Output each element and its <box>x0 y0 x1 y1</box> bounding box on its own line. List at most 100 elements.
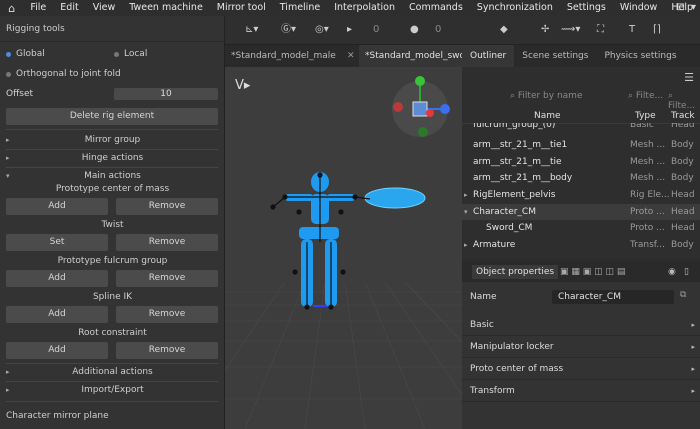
spiral-icon[interactable]: ◎▾ <box>315 22 329 38</box>
table-row[interactable]: arm__str_21_m__tie Mesh ... Body <box>462 154 700 170</box>
delete-rig-element-button[interactable]: Delete rig element <box>6 108 218 125</box>
root-constraint-label: Root constraint <box>78 328 147 338</box>
col-track[interactable]: Track <box>671 108 695 124</box>
copy-icon[interactable]: ⧉ <box>680 290 686 300</box>
chevron-right-icon[interactable]: ▸ <box>464 237 468 253</box>
v-logo-icon[interactable]: V▸ <box>235 78 251 93</box>
radio-orthogonal[interactable]: Orthogonal to joint fold <box>0 64 121 84</box>
tab-model-sword[interactable]: *Standard_model_swo <box>359 45 462 67</box>
panel-title: Rigging tools <box>0 16 224 42</box>
curve-icon[interactable]: ⟿▾ <box>561 22 580 38</box>
section-additional-actions-label: Additional actions <box>72 367 153 377</box>
set-twist-button[interactable]: Set <box>6 234 108 251</box>
section-proto-com[interactable]: Proto center of mass ▸ <box>462 358 700 380</box>
radio-global[interactable]: Global <box>0 44 45 64</box>
move-icon[interactable]: ✢ <box>541 22 549 38</box>
snap-icon[interactable]: Ⓖ▾ <box>281 22 296 38</box>
close-icon[interactable]: ✕ <box>345 45 359 67</box>
lock-icon[interactable]: ▯ <box>684 262 689 282</box>
table-row[interactable]: ▸ RigElement_pelvis Rig Ele... Head <box>462 187 700 203</box>
menu-settings[interactable]: Settings <box>560 0 613 16</box>
remove-spline-ik-button[interactable]: Remove <box>116 306 218 323</box>
twist-label: Twist <box>101 220 124 230</box>
menu-icon[interactable]: ☰ <box>684 71 694 84</box>
table-row[interactable]: ▸ Armature Transf... Body <box>462 237 700 253</box>
col-type[interactable]: Type <box>635 108 656 124</box>
row-track: Body <box>671 157 694 167</box>
name-field[interactable]: Character_CM <box>552 290 674 304</box>
3d-viewport[interactable]: V▸ <box>225 67 462 429</box>
menu-file[interactable]: File <box>23 0 53 16</box>
menu-interpolation[interactable]: Interpolation <box>327 0 402 16</box>
row-name: fulcrum_group_(0) <box>473 123 556 130</box>
menu-view[interactable]: View <box>86 0 123 16</box>
section-import-export-label: Import/Export <box>81 385 144 395</box>
offset-field[interactable]: 10 <box>114 88 218 100</box>
tab-physics-settings[interactable]: Physics settings <box>596 45 684 67</box>
add-root-constraint-button[interactable]: Add <box>6 342 108 359</box>
chevron-down-icon[interactable]: ▾ <box>691 0 696 16</box>
tab-model-male[interactable]: *Standard_model_male <box>225 45 345 67</box>
filter-icons[interactable]: ▣ ▦ ▣ ◫ ◫ ▤ <box>560 262 625 282</box>
section-manipulator-locker[interactable]: Manipulator locker ▸ <box>462 336 700 358</box>
layout-icon[interactable]: ⊟ <box>677 0 685 16</box>
props-title[interactable]: Object properties <box>472 265 559 279</box>
table-row[interactable]: arm__str_21_m__body Mesh ... Body <box>462 170 700 186</box>
value-field-1[interactable]: 0 <box>373 22 379 38</box>
home-icon[interactable]: ⌂ <box>0 2 23 15</box>
add-proto-com-button[interactable]: Add <box>6 198 108 215</box>
menu-window[interactable]: Window <box>613 0 664 16</box>
brush-icon[interactable]: ◆ <box>500 22 508 38</box>
section-basic[interactable]: Basic ▸ <box>462 314 700 336</box>
row-track: Head <box>671 207 695 217</box>
chevron-right-icon: ▸ <box>691 365 695 373</box>
section-manipulator-locker-label: Manipulator locker <box>470 342 554 352</box>
outliner-tabs: Outliner Scene settings Physics settings <box>462 45 700 67</box>
play-icon[interactable]: ▸ <box>347 22 352 38</box>
section-additional-actions[interactable]: ▸ Additional actions <box>0 363 225 381</box>
remove-proto-fulcrum-button[interactable]: Remove <box>116 270 218 287</box>
remove-twist-button[interactable]: Remove <box>116 234 218 251</box>
chevron-down-icon[interactable]: ▾ <box>464 204 468 220</box>
table-row[interactable]: Sword_CM Proto ... Head <box>462 220 700 236</box>
add-spline-ik-button[interactable]: Add <box>6 306 108 323</box>
remove-proto-com-button[interactable]: Remove <box>116 198 218 215</box>
chevron-right-icon: ▸ <box>691 321 695 329</box>
table-row[interactable]: fulcrum_group_(0) Basic Head <box>462 123 700 133</box>
eye-icon[interactable]: ◉ <box>668 262 676 282</box>
tab-scene-settings[interactable]: Scene settings <box>514 45 596 67</box>
axis-icon[interactable]: ⊾▾ <box>245 22 258 38</box>
menu-tween-machine[interactable]: Tween machine <box>122 0 210 16</box>
add-proto-fulcrum-button[interactable]: Add <box>6 270 108 287</box>
tab-outliner[interactable]: Outliner <box>462 45 515 67</box>
proto-com-label: Prototype center of mass <box>55 184 170 194</box>
radio-dot-icon <box>6 71 11 77</box>
menu-mirror-tool[interactable]: Mirror tool <box>210 0 273 16</box>
document-tabs: *Standard_model_male ✕ *Standard_model_s… <box>225 45 462 67</box>
outliner-panel: Outliner Scene settings Physics settings… <box>462 45 700 259</box>
chevron-right-icon[interactable]: ▸ <box>464 187 468 203</box>
bracket-icon[interactable]: ⌈⌉ <box>653 22 661 38</box>
filter-name-field[interactable]: ⌕ Filter by name <box>510 91 582 101</box>
menu-edit[interactable]: Edit <box>53 0 85 16</box>
radio-global-label: Global <box>16 49 45 59</box>
value-field-2[interactable]: 0 <box>435 22 441 38</box>
menu-timeline[interactable]: Timeline <box>273 0 327 16</box>
table-row-selected[interactable]: ▾ Character_CM Proto ... Head <box>462 204 700 220</box>
section-transform-label: Transform <box>470 386 515 396</box>
menu-synchronization[interactable]: Synchronization <box>470 0 560 16</box>
key-dot-icon[interactable]: ● <box>410 22 419 38</box>
radio-orthogonal-label: Orthogonal to joint fold <box>16 69 121 79</box>
radio-local[interactable]: Local <box>108 44 147 64</box>
filter-type-field[interactable]: ⌕ Filte... <box>628 91 663 101</box>
table-row[interactable]: arm__str_21_m__tie1 Mesh ... Body <box>462 137 700 153</box>
section-mirror-group[interactable]: ▸ Mirror group <box>0 131 225 149</box>
text-icon[interactable]: T <box>629 22 635 38</box>
frame-icon[interactable]: ⛶ <box>597 22 604 38</box>
menu-commands[interactable]: Commands <box>402 0 470 16</box>
remove-root-constraint-button[interactable]: Remove <box>116 342 218 359</box>
section-hinge-actions[interactable]: ▸ Hinge actions <box>0 149 225 167</box>
section-import-export[interactable]: ▸ Import/Export <box>0 381 225 399</box>
col-name[interactable]: Name <box>534 108 561 124</box>
section-transform[interactable]: Transform ▸ <box>462 380 700 402</box>
